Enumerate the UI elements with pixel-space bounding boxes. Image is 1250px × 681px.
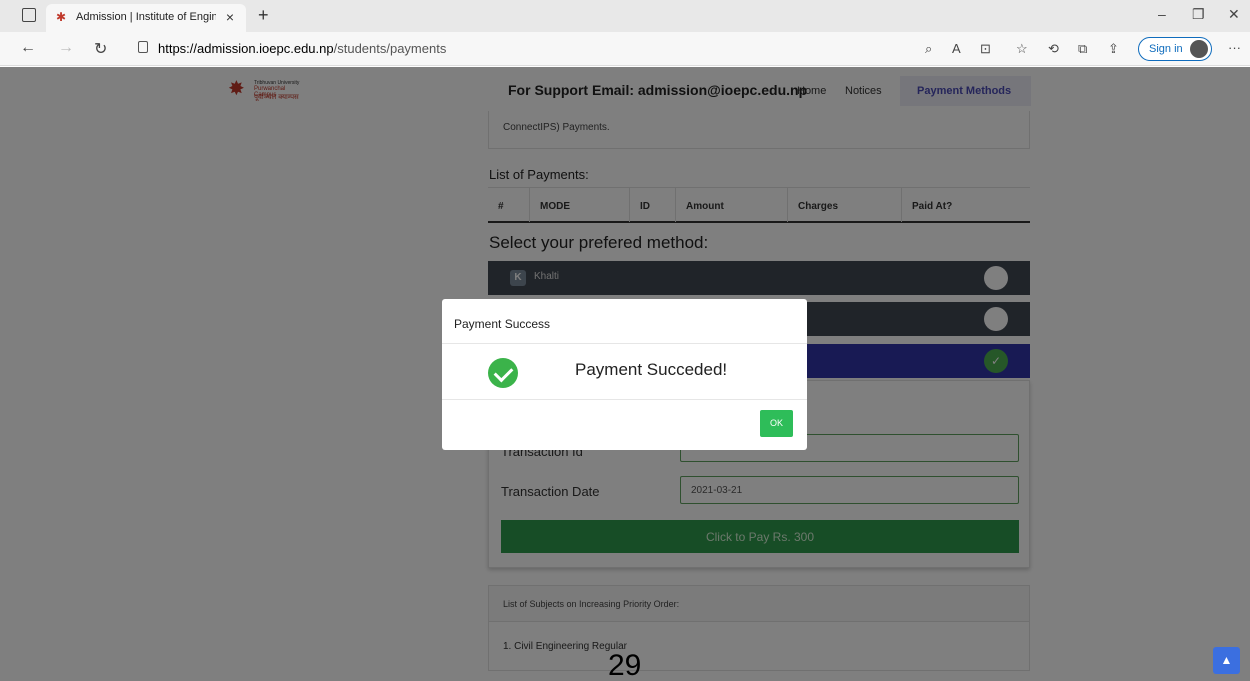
dialog-title: Payment Success <box>454 317 551 331</box>
lock-icon[interactable] <box>138 41 148 53</box>
history-icon[interactable]: ⟲ <box>1048 41 1059 57</box>
minimize-icon[interactable]: – <box>1158 6 1166 22</box>
favorites-icon[interactable]: ☆ <box>1016 41 1028 57</box>
dialog-header: Payment Success <box>442 299 807 344</box>
read-aloud-icon[interactable]: A <box>952 41 961 56</box>
more-menu-icon[interactable]: ··· <box>1228 40 1241 55</box>
forward-icon[interactable]: → <box>58 39 74 57</box>
tab-title: Admission | Institute of Engineer <box>76 11 216 23</box>
sign-in-button[interactable]: Sign in <box>1138 37 1212 61</box>
ok-button[interactable]: OK <box>760 410 793 437</box>
refresh-icon[interactable]: ↻ <box>94 39 107 59</box>
avatar <box>1190 40 1208 58</box>
sign-in-label: Sign in <box>1149 43 1183 55</box>
share-icon[interactable]: ⇪ <box>1108 41 1119 57</box>
url-host: https://admission.ioepc.edu.np <box>158 41 334 56</box>
ok-button-label: OK <box>769 418 783 428</box>
new-tab-icon[interactable]: + <box>258 5 269 26</box>
browser-tab[interactable]: ✱ Admission | Institute of Engineer × <box>46 4 246 32</box>
page-number: 29 <box>608 649 642 681</box>
close-tab-icon[interactable]: × <box>226 9 234 25</box>
extensions-icon[interactable]: ⊡ <box>980 41 991 57</box>
dialog-body: Payment Succeded! <box>442 344 807 400</box>
maximize-icon[interactable]: ❐ <box>1192 6 1205 23</box>
address-bar: ← → ↻ https://admission.ioepc.edu.np/stu… <box>0 32 1250 66</box>
success-check-icon <box>488 358 518 388</box>
browser-tab-bar: ✱ Admission | Institute of Engineer × + … <box>0 0 1250 32</box>
payment-success-dialog: Payment Success Payment Succeded! OK <box>442 299 807 450</box>
url-path: /students/payments <box>333 41 447 56</box>
collections-icon[interactable]: ⧉ <box>1078 41 1087 57</box>
tab-actions-icon[interactable] <box>22 8 36 22</box>
chevron-up-icon: ▲ <box>1220 653 1233 667</box>
screen: ✱ Admission | Institute of Engineer × + … <box>0 0 1250 681</box>
zoom-icon[interactable]: ⌕ <box>925 41 932 57</box>
scroll-to-top-button[interactable]: ▲ <box>1213 647 1240 674</box>
page-viewport: ✸ Tribhuvan University Purwanchal Campus… <box>0 67 1250 681</box>
close-window-icon[interactable]: ✕ <box>1228 6 1240 23</box>
site-favicon-icon: ✱ <box>56 10 67 24</box>
back-icon[interactable]: ← <box>20 39 36 57</box>
dialog-message: Payment Succeded! <box>575 360 728 379</box>
url-field[interactable]: https://admission.ioepc.edu.np/students/… <box>158 41 446 56</box>
